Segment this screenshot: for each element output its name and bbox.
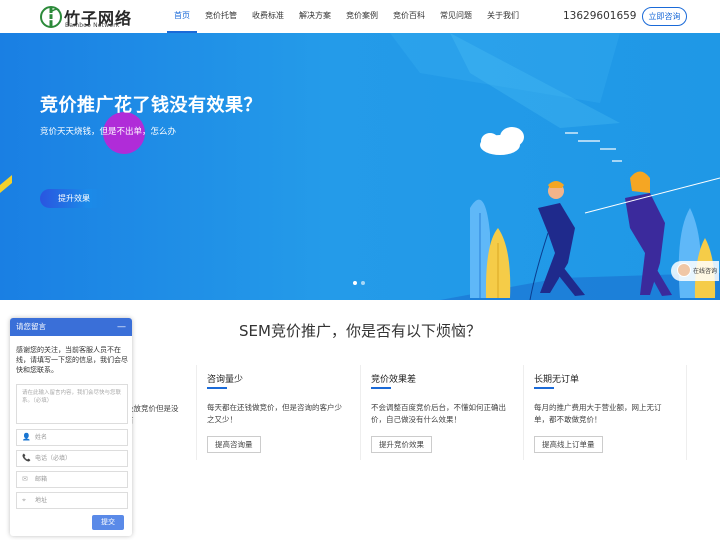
card-desc-line: 每月的推广费用大于营业额，网上无订	[534, 403, 662, 412]
card-underline	[534, 387, 554, 389]
hero-title: 竞价推广花了钱没有效果？	[40, 95, 262, 116]
nav-item-pricing[interactable]: 收费标准	[245, 0, 291, 33]
card-divider	[360, 365, 361, 460]
leave-message-widget: 请您留言 — 感谢您的关注，当前客服人员不在线，请填写一下您的信息，我们会尽快和…	[10, 318, 132, 536]
nav-item-encyclopedia[interactable]: 竞价百科	[386, 0, 432, 33]
nav-item-solutions[interactable]: 解决方案	[292, 0, 338, 33]
card-desc-line: 单，都不敢做竞价！	[534, 415, 602, 424]
address-field[interactable]: ⌖ 地址	[16, 492, 128, 509]
minimize-icon[interactable]: —	[117, 318, 126, 336]
phone-placeholder: 电话（必填）	[35, 455, 72, 462]
problem-card-poor-effect: 竞价效果差 不会调整百度竞价后台，不懂如何正确出 价，自己做没有什么效果！ 提升…	[371, 360, 521, 470]
hero-banner[interactable]: 竞价推广花了钱没有效果？ 竞价天天烧钱，但是不出单，怎么办 提升效果	[0, 33, 720, 300]
carousel-dots	[353, 281, 365, 285]
consult-button[interactable]: 立即咨询	[642, 7, 687, 26]
mail-icon: ✉	[22, 475, 28, 483]
card-divider	[686, 365, 687, 460]
hero-subtitle: 竞价天天烧钱，但是不出单，怎么办	[40, 127, 177, 137]
phone-field[interactable]: 📞 电话（必填）	[16, 450, 128, 467]
main-nav: 首页 竞价托管 收费标准 解决方案 竞价案例 竞价百科 常见问题 关于我们	[167, 0, 527, 33]
card-description: 不会调整百度竞价后台，不懂如何正确出 价，自己做没有什么效果！	[371, 402, 506, 426]
phone-icon: 📞	[22, 454, 31, 462]
user-icon: 👤	[22, 433, 31, 441]
card-description: 每月的推广费用大于营业额，网上无订 单，都不敢做竞价！	[534, 402, 662, 426]
nav-item-about[interactable]: 关于我们	[480, 0, 526, 33]
phone-number: 13629601659	[563, 10, 637, 22]
card-divider	[523, 365, 524, 460]
chat-message: 感谢您的关注，当前客服人员不在线，请填写一下您的信息，我们会尽快和您联系。	[16, 346, 128, 374]
service-badge-label: 在线咨询	[693, 268, 718, 275]
email-field[interactable]: ✉ 邮箱	[16, 471, 128, 488]
partial-card-line: 投放竞价但是没	[126, 404, 179, 413]
online-service-badge[interactable]: 在线咨询	[671, 261, 719, 281]
dash-lines	[565, 132, 622, 162]
carousel-dot[interactable]	[361, 281, 365, 285]
submit-button[interactable]: 提交	[92, 515, 124, 530]
nav-item-bidding-hosting[interactable]: 竞价托管	[198, 0, 244, 33]
card-description: 每天都在还钱做竞价，但是咨询的客户少 之又少！	[207, 402, 342, 426]
hero-stripe	[0, 175, 12, 193]
increase-orders-button[interactable]: 提高线上订单量	[534, 436, 603, 453]
card-title: 长期无订单	[534, 375, 580, 385]
logo[interactable]: 竹子网络 Bamboo Network	[40, 4, 144, 30]
card-title: 咨询量少	[207, 375, 244, 385]
card-desc-line: 之又少！	[207, 415, 237, 424]
email-placeholder: 邮箱	[35, 476, 48, 483]
problem-card-inquiries: 咨询量少 每天都在还钱做竞价，但是咨询的客户少 之又少！ 提高咨询量	[207, 360, 357, 470]
problem-card-no-orders: 长期无订单 每月的推广费用大于营业额，网上无订 单，都不敢做竞价！ 提高线上订单…	[534, 360, 684, 470]
hero-illustration	[0, 33, 720, 300]
increase-inquiries-button[interactable]: 提高咨询量	[207, 436, 261, 453]
address-placeholder: 地址	[35, 497, 48, 504]
card-desc-line: 不会调整百度竞价后台，不懂如何正确出	[371, 403, 506, 412]
card-desc-line: 每天都在还钱做竞价，但是咨询的客户少	[207, 403, 342, 412]
name-field[interactable]: 👤 姓名	[16, 429, 128, 446]
logo-subtitle: Bamboo Network	[65, 22, 120, 29]
bamboo-logo-icon	[40, 6, 62, 28]
card-desc-line: 价，自己做没有什么效果！	[371, 415, 461, 424]
cloud-icon	[480, 127, 524, 155]
partial-card-text: 投放竞价但是没 有	[126, 403, 179, 427]
service-avatar-icon	[677, 263, 691, 277]
card-underline	[371, 387, 391, 389]
nav-item-faq[interactable]: 常见问题	[433, 0, 479, 33]
site-header: 竹子网络 Bamboo Network 首页 竞价托管 收费标准 解决方案 竞价…	[0, 0, 720, 33]
carousel-dot[interactable]	[353, 281, 357, 285]
improve-bidding-button[interactable]: 提升竞价效果	[371, 436, 432, 453]
location-icon: ⌖	[22, 496, 26, 504]
name-placeholder: 姓名	[35, 434, 48, 441]
nav-item-cases[interactable]: 竞价案例	[339, 0, 385, 33]
message-textarea[interactable]: 请在此输入留言内容，我们会尽快与您联系。（必填）	[16, 384, 128, 424]
nav-item-home[interactable]: 首页	[167, 0, 197, 33]
chat-title: 请您留言	[16, 322, 46, 331]
partial-card-line: 有	[126, 415, 179, 427]
card-underline	[207, 387, 227, 389]
card-divider	[196, 365, 197, 460]
chat-header: 请您留言 —	[10, 318, 132, 336]
improve-effect-button[interactable]: 提升效果	[40, 189, 108, 208]
card-title: 竞价效果差	[371, 375, 417, 385]
